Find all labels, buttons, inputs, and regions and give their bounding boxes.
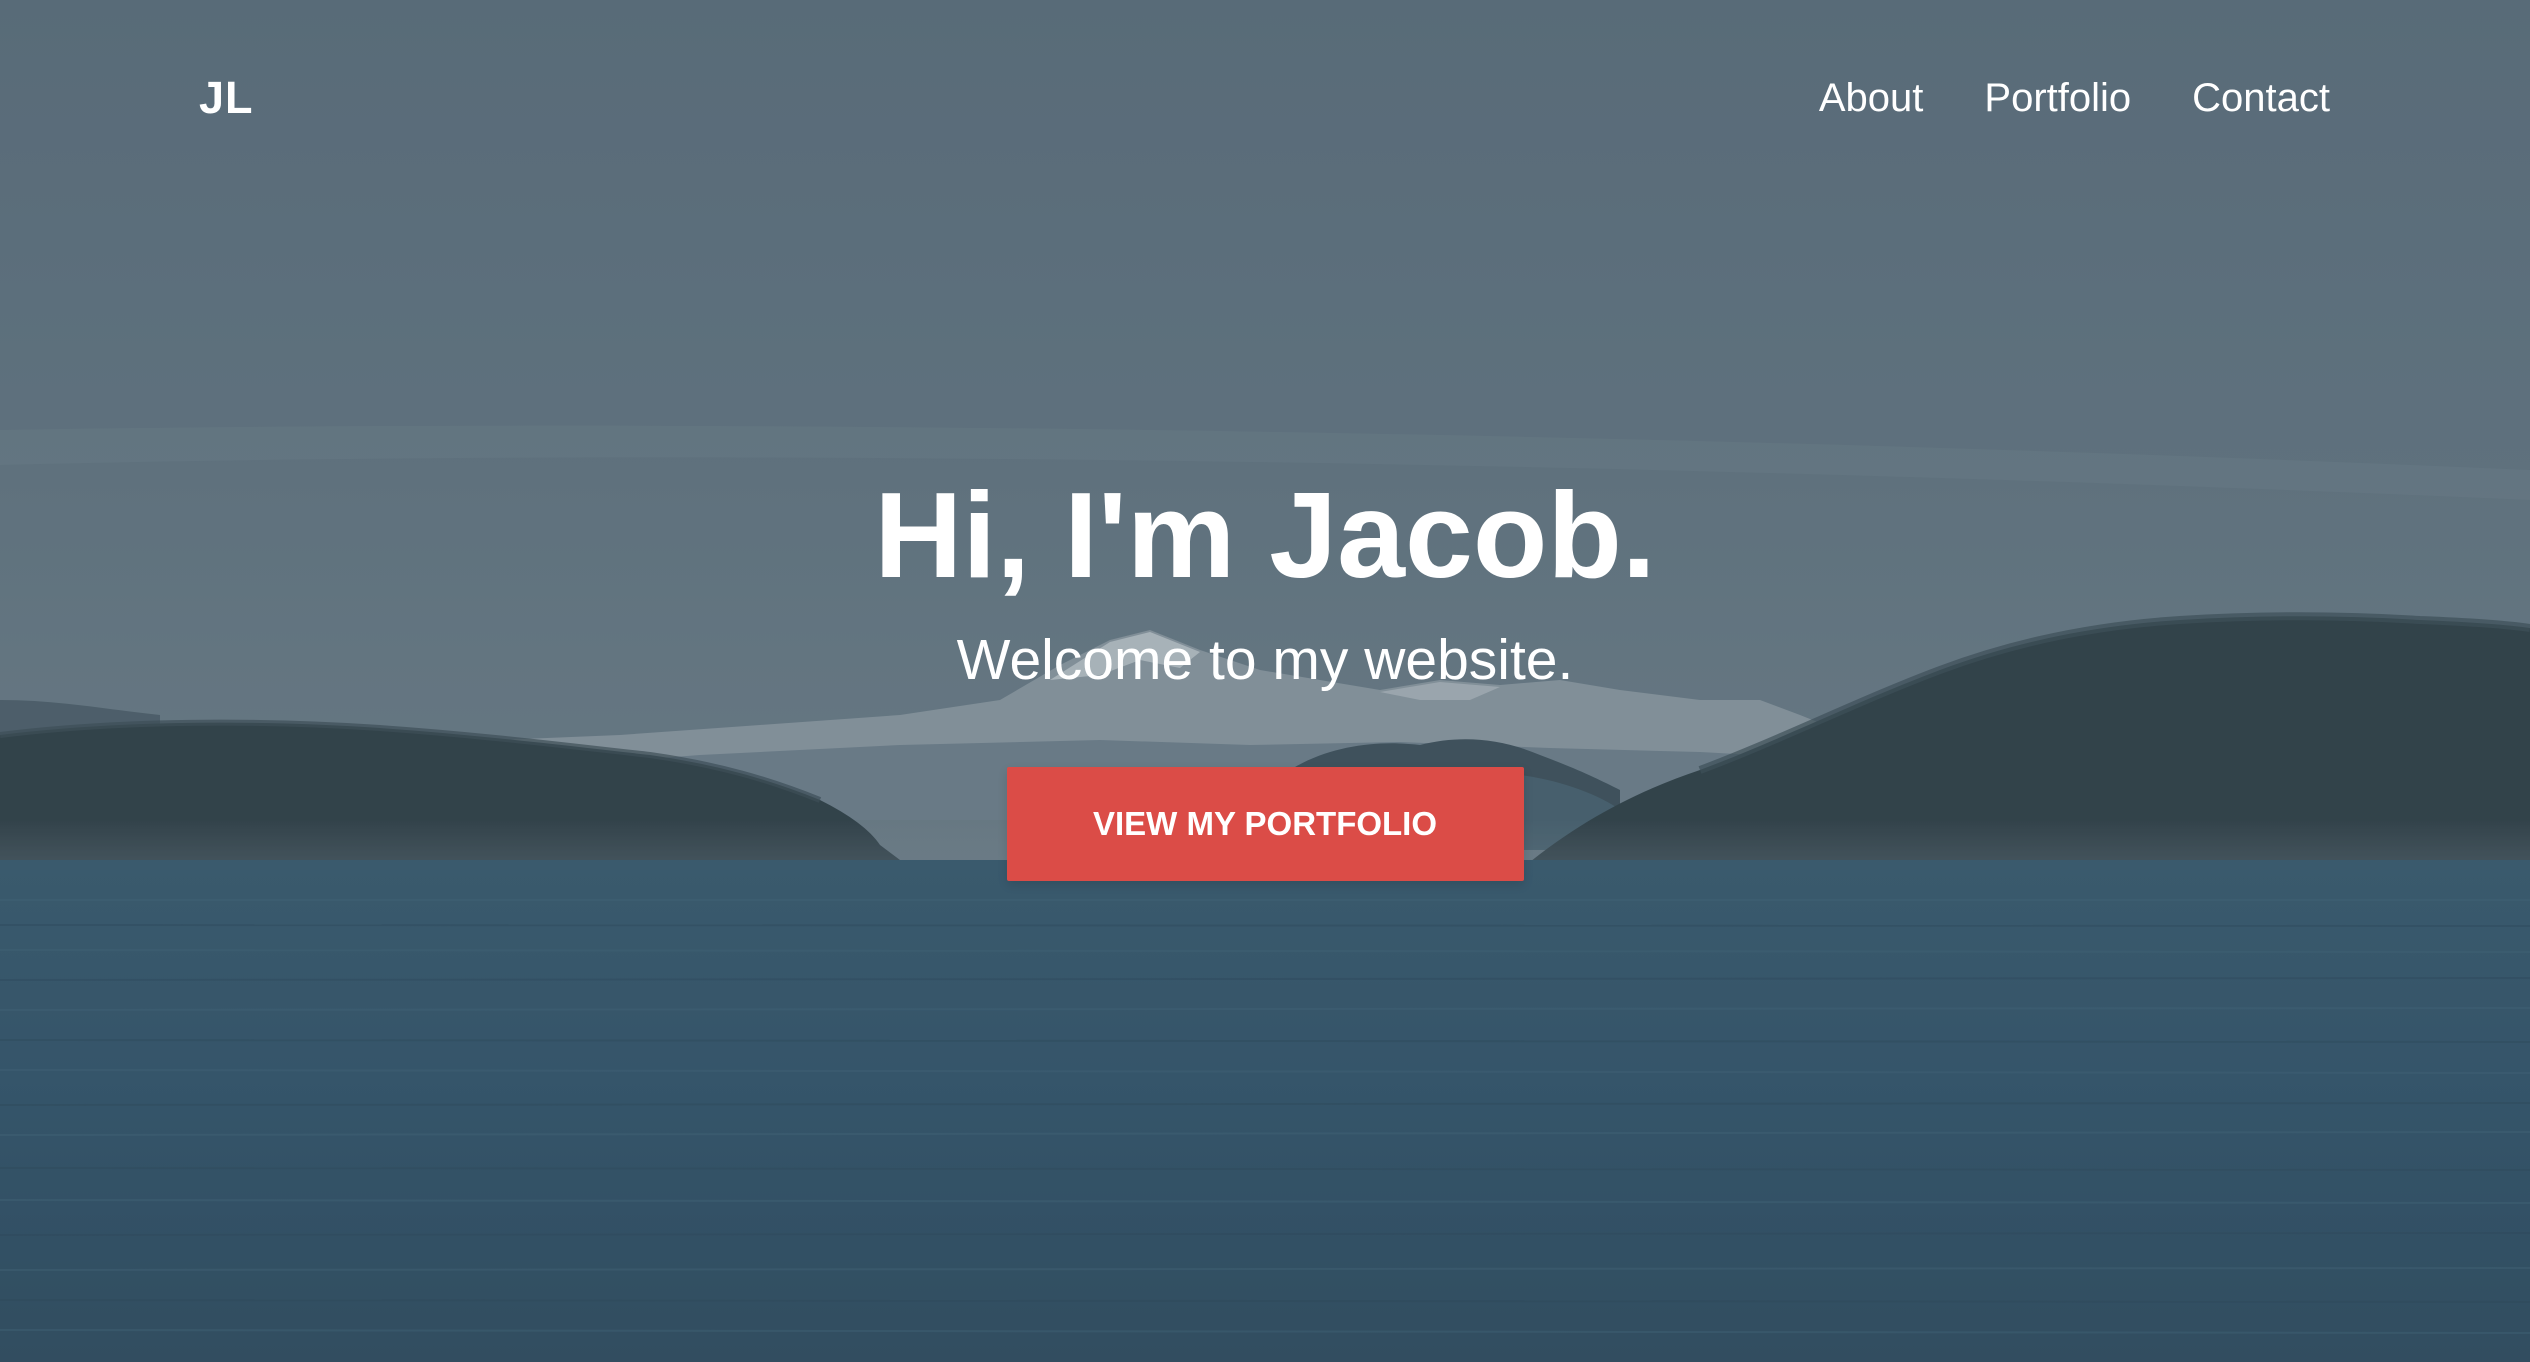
view-portfolio-button[interactable]: VIEW MY PORTFOLIO [1006,767,1524,881]
nav-links: About Portfolio Contact [1819,68,2330,128]
hero-section: JL About Portfolio Contact Hi, I'm Jacob… [0,0,2530,1362]
hero-title: Hi, I'm Jacob. [874,467,1656,603]
hero-subtitle: Welcome to my website. [956,628,1574,692]
nav-link-contact[interactable]: Contact [2192,68,2330,128]
hero-content: Hi, I'm Jacob. Welcome to my website. VI… [0,460,2530,881]
nav-link-about[interactable]: About [1819,68,1924,128]
top-navigation: JL About Portfolio Contact [0,0,2530,200]
site-logo[interactable]: JL [199,68,254,128]
nav-link-portfolio[interactable]: Portfolio [1984,68,2131,128]
